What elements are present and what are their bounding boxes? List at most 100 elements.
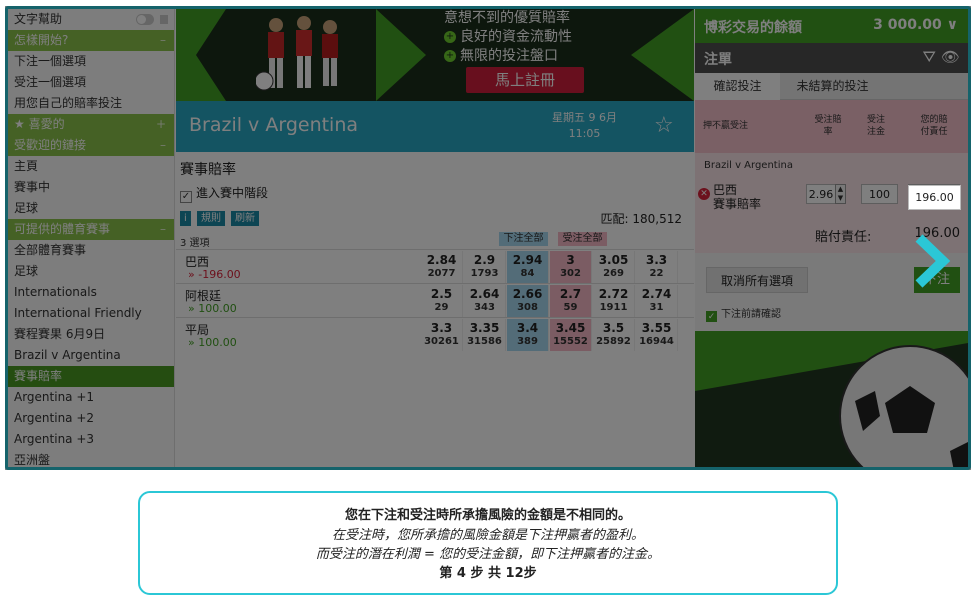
sidebar-section-17[interactable]: 賽事賠率 (8, 366, 174, 387)
app-frame: 文字幫助 怎樣開始? – 下注一個選項 受注一個選項 用您自己的賠率投注 ★ 喜愛的 + 受歡迎… (5, 6, 971, 470)
collapse-icon[interactable]: – (160, 135, 166, 156)
register-button[interactable]: 馬上註冊 (466, 67, 584, 93)
tab-unmatched-bets[interactable]: 未結算的投注 (780, 73, 885, 100)
expand-icon[interactable]: + (156, 114, 166, 135)
info-button[interactable]: i (180, 211, 191, 226)
odds-size: 84 (520, 268, 535, 279)
odds-stepper[interactable]: ▲ ▼ (835, 184, 846, 204)
sidebar-item-2[interactable]: 下注一個選項 (8, 51, 174, 72)
filter-icon[interactable]: ⛛ (923, 47, 936, 67)
confirm-checkbox[interactable]: ✓ 下注前請確認 (706, 305, 781, 322)
toggle-switch[interactable] (136, 14, 154, 25)
banner-line-3-text: 無限的投注盤口 (460, 48, 558, 64)
back-odds-cell[interactable]: 2.66 308 (507, 285, 549, 317)
runner-profit-loss: » -196.00 (188, 268, 241, 281)
lay-odds-cell[interactable]: 2.72 1911 (593, 285, 635, 317)
lay-odds-cell[interactable]: 3.3 22 (636, 251, 678, 283)
sidebar-section-6[interactable]: 受歡迎的鏈接 – (8, 135, 174, 156)
down-arrow-icon[interactable]: ▼ (836, 194, 845, 203)
sidebar-item-12[interactable]: 足球 (8, 261, 174, 282)
betslip-header: 注單 ⛛ 👁 (695, 43, 968, 73)
lay-odds-cell[interactable]: 3.55 16944 (636, 319, 678, 351)
sidebar-label: 受歡迎的鏈接 (14, 138, 87, 152)
odds-size: 29 (434, 302, 449, 313)
sidebar-item-7[interactable]: 主頁 (8, 156, 174, 177)
sidebar-label: 主頁 (14, 159, 39, 173)
lay-odds-cell[interactable]: 3.5 25892 (593, 319, 635, 351)
collapse-icon[interactable]: – (160, 219, 166, 240)
banner-line-2: + 良好的資金流動性 (444, 28, 572, 47)
sidebar-item-20[interactable]: Argentina +3 (8, 429, 174, 450)
sidebar-item-8[interactable]: 賽事中 (8, 177, 174, 198)
balance-value[interactable]: 3 000.00 ∨ (873, 17, 958, 33)
sidebar-item-19[interactable]: Argentina +2 (8, 408, 174, 429)
odds-size: 15552 (553, 336, 588, 347)
selection-count: 3 選項 (180, 238, 210, 249)
sidebar-label: 怎樣開始? (14, 33, 69, 47)
odds-input[interactable]: 2.96 (806, 184, 836, 204)
back-all-button[interactable]: 下注全部 (499, 232, 548, 246)
side-ad[interactable] (695, 331, 968, 467)
highlighted-liability-input[interactable]: 196.00 (908, 185, 961, 210)
sidebar-item-21[interactable]: 亞洲盤 (8, 450, 174, 467)
odds-size: 31586 (467, 336, 502, 347)
cancel-all-button[interactable]: 取消所有選項 (706, 267, 808, 293)
up-arrow-icon[interactable]: ▲ (836, 185, 845, 194)
inplay-checkbox[interactable]: ✓ 進入賽中階段 (180, 184, 268, 203)
back-odds-cell[interactable]: 2.64 343 (464, 285, 506, 317)
odds-price: 2.74 (641, 287, 672, 301)
back-odds-cell[interactable]: 3.4 389 (507, 319, 549, 351)
lay-odds-cell[interactable]: 3 302 (550, 251, 592, 283)
sidebar-section-1[interactable]: 怎樣開始? – (8, 30, 174, 51)
lay-odds-cell[interactable]: 3.05 269 (593, 251, 635, 283)
odds-price: 3.05 (598, 253, 629, 267)
chevron-right-icon[interactable] (911, 232, 951, 290)
refresh-button[interactable]: 刷新 (231, 211, 259, 226)
back-odds-cell[interactable]: 3.35 31586 (464, 319, 506, 351)
balance-bar[interactable]: 博彩交易的餘額 3 000.00 ∨ (695, 9, 968, 43)
sidebar-item-16[interactable]: Brazil v Argentina (8, 345, 174, 366)
sidebar-item-14[interactable]: International Friendly (8, 303, 174, 324)
banner-line-1: 意想不到的優質賠率 (444, 10, 570, 26)
sidebar-item-9[interactable]: 足球 (8, 198, 174, 219)
balance-label: 博彩交易的餘額 (704, 20, 802, 36)
favourite-star-icon[interactable]: ☆ (654, 113, 674, 138)
step-prefix: 第 (439, 566, 453, 581)
checkbox-checked-icon[interactable]: ✓ (706, 311, 717, 322)
lay-odds-cell[interactable]: 2.7 59 (550, 285, 592, 317)
sidebar-item-15[interactable]: 賽程賽果 6月9日 (8, 324, 174, 345)
sidebar-label: 足球 (14, 201, 39, 215)
checkbox-checked-icon[interactable]: ✓ (180, 191, 192, 203)
sidebar-section-5[interactable]: ★ 喜愛的 + (8, 114, 174, 135)
col-liability: 您的賠付責任 (920, 115, 948, 137)
sidebar-section-0[interactable]: 文字幫助 (8, 9, 174, 30)
sidebar-label: 下注一個選項 (14, 54, 87, 68)
pause-icon[interactable] (160, 15, 168, 24)
eye-icon[interactable]: 👁 (941, 48, 960, 66)
sidebar-item-18[interactable]: Argentina +1 (8, 387, 174, 408)
sidebar-section-10[interactable]: 可提供的體育賽事 – (8, 219, 174, 240)
banner-shape-mid (376, 9, 426, 101)
back-odds-cell[interactable]: 2.9 1793 (464, 251, 506, 283)
lay-all-button[interactable]: 受注全部 (558, 232, 607, 246)
sidebar-item-3[interactable]: 受注一個選項 (8, 72, 174, 93)
tab-open-bets[interactable]: 確認投注 (695, 73, 780, 100)
lay-odds-cell[interactable]: 3.45 15552 (550, 319, 592, 351)
back-odds-cell[interactable]: 2.84 2077 (421, 251, 463, 283)
back-odds-cell[interactable]: 3.3 30261 (421, 319, 463, 351)
stake-input[interactable]: 100 (861, 184, 898, 204)
lay-odds-cell[interactable]: 2.74 31 (636, 285, 678, 317)
promo-banner[interactable]: 意想不到的優質賠率 + 良好的資金流動性 + 無限的投注盤口 馬上註冊 (176, 9, 694, 101)
col-lay-stake: 受注注金 (866, 115, 885, 137)
liability-label: 賠付責任: (815, 230, 872, 245)
sidebar-item-13[interactable]: Internationals (8, 282, 174, 303)
rules-button[interactable]: 規則 (197, 211, 225, 226)
back-odds-cell[interactable]: 2.5 29 (421, 285, 463, 317)
remove-bet-icon[interactable]: ✕ (698, 188, 710, 200)
bet-selection: 巴西 賽事賠率 (713, 183, 761, 211)
sidebar-item-11[interactable]: 全部體育賽事 (8, 240, 174, 261)
collapse-icon[interactable]: – (160, 30, 166, 51)
back-odds-cell[interactable]: 2.94 84 (507, 251, 549, 283)
odds-price: 2.64 (469, 287, 500, 301)
sidebar-item-4[interactable]: 用您自己的賠率投注 (8, 93, 174, 114)
